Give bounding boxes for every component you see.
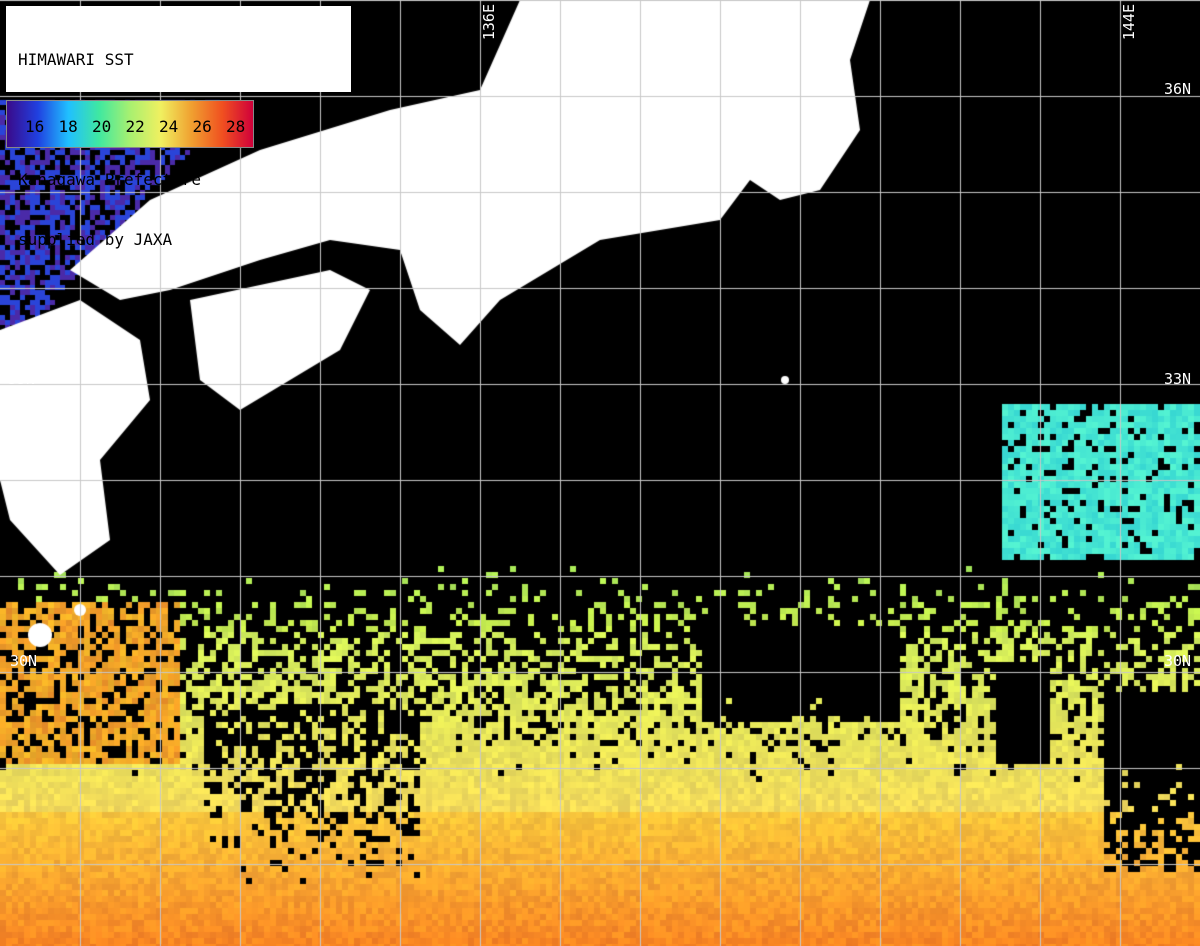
lat-label-33n: 33N [1164,370,1192,388]
lon-label-136e: 136E [480,4,498,41]
lat-label-30n-left: 30N [10,652,38,670]
scale-label-18: 18 [58,117,78,136]
title-line: HIMAWARI SST [18,50,134,69]
scale-label-28: 28 [226,117,246,136]
scale-label-24: 24 [159,117,179,136]
scale-labels: 16 18 20 22 24 26 28 [25,117,260,136]
credit-line: supplied by JAXA [18,230,173,249]
location-line: Kanagawa Prefecture [18,170,202,189]
scale-label-26: 26 [192,117,212,136]
scale-label-20: 20 [92,117,112,136]
temperature-color-scale: 16 18 20 22 24 26 28 [6,100,254,148]
lat-label-36n: 36N [1164,80,1192,98]
lat-label-33n-left: 33N [8,370,36,388]
lon-label-144e: 144E [1120,4,1138,41]
map-info-box: HIMAWARI SST 2025/05/16 23(UTC) 3H Comp.… [6,6,351,249]
scale-label-16: 16 [25,117,45,136]
scale-label-22: 22 [125,117,145,136]
lat-label-30n: 30N [1164,652,1192,670]
